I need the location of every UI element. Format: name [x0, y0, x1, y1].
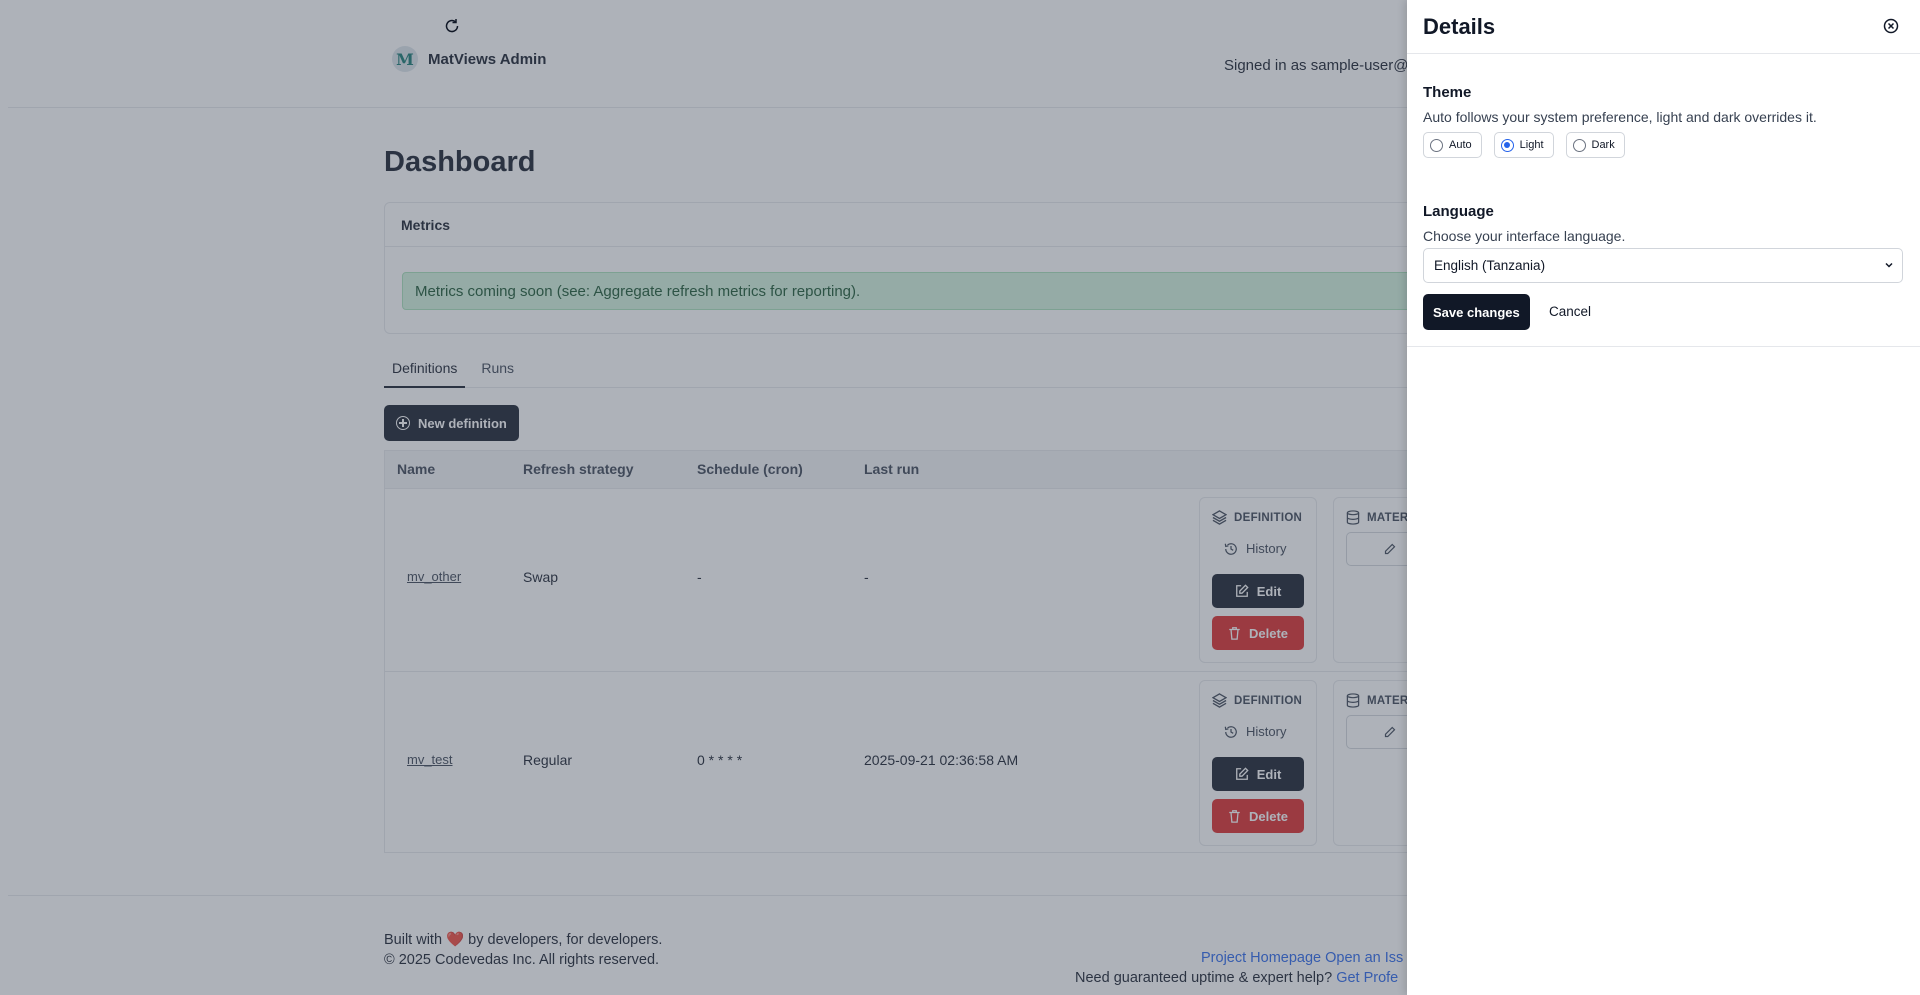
close-button[interactable] [1881, 16, 1901, 36]
refresh-icon [445, 19, 459, 33]
drawer-header: Details [445, 0, 1920, 54]
theme-title: Theme [1423, 84, 1472, 101]
theme-option-label: Dark [1591, 139, 1615, 151]
theme-option-light[interactable]: Light [1493, 132, 1554, 158]
theme-option-dark[interactable]: Dark [1565, 132, 1625, 158]
radio-light[interactable] [1500, 138, 1514, 152]
radio-dark[interactable] [1572, 138, 1586, 152]
drawer-title: Details [1423, 14, 1496, 39]
drawer-divider [1407, 346, 1920, 347]
language-select[interactable]: English (Tanzania) [1423, 248, 1903, 283]
details-drawer: Details Theme Auto follows your system p… [445, 0, 1920, 995]
language-title: Language [1423, 203, 1494, 220]
refresh-button[interactable] [442, 16, 462, 36]
theme-option-auto[interactable]: Auto [1423, 132, 1482, 158]
theme-option-label: Light [1519, 139, 1544, 151]
chevron-down-icon [1885, 262, 1893, 268]
language-description: Choose your interface language. [1423, 228, 1626, 244]
language-section: Language Choose your interface language. [1423, 203, 1625, 244]
radio-auto[interactable] [1430, 138, 1443, 152]
theme-radio-group: Auto Light Dark [1423, 132, 1625, 158]
theme-description: Auto follows your system preference, lig… [1423, 109, 1817, 125]
save-changes-button[interactable]: Save changes [1423, 294, 1530, 330]
cancel-button[interactable]: Cancel [1549, 304, 1591, 319]
close-circle-icon [1883, 18, 1899, 34]
theme-section: Theme Auto follows your system preferenc… [1423, 84, 1817, 125]
theme-option-label: Auto [1449, 139, 1472, 151]
language-selected: English (Tanzania) [1434, 258, 1546, 273]
